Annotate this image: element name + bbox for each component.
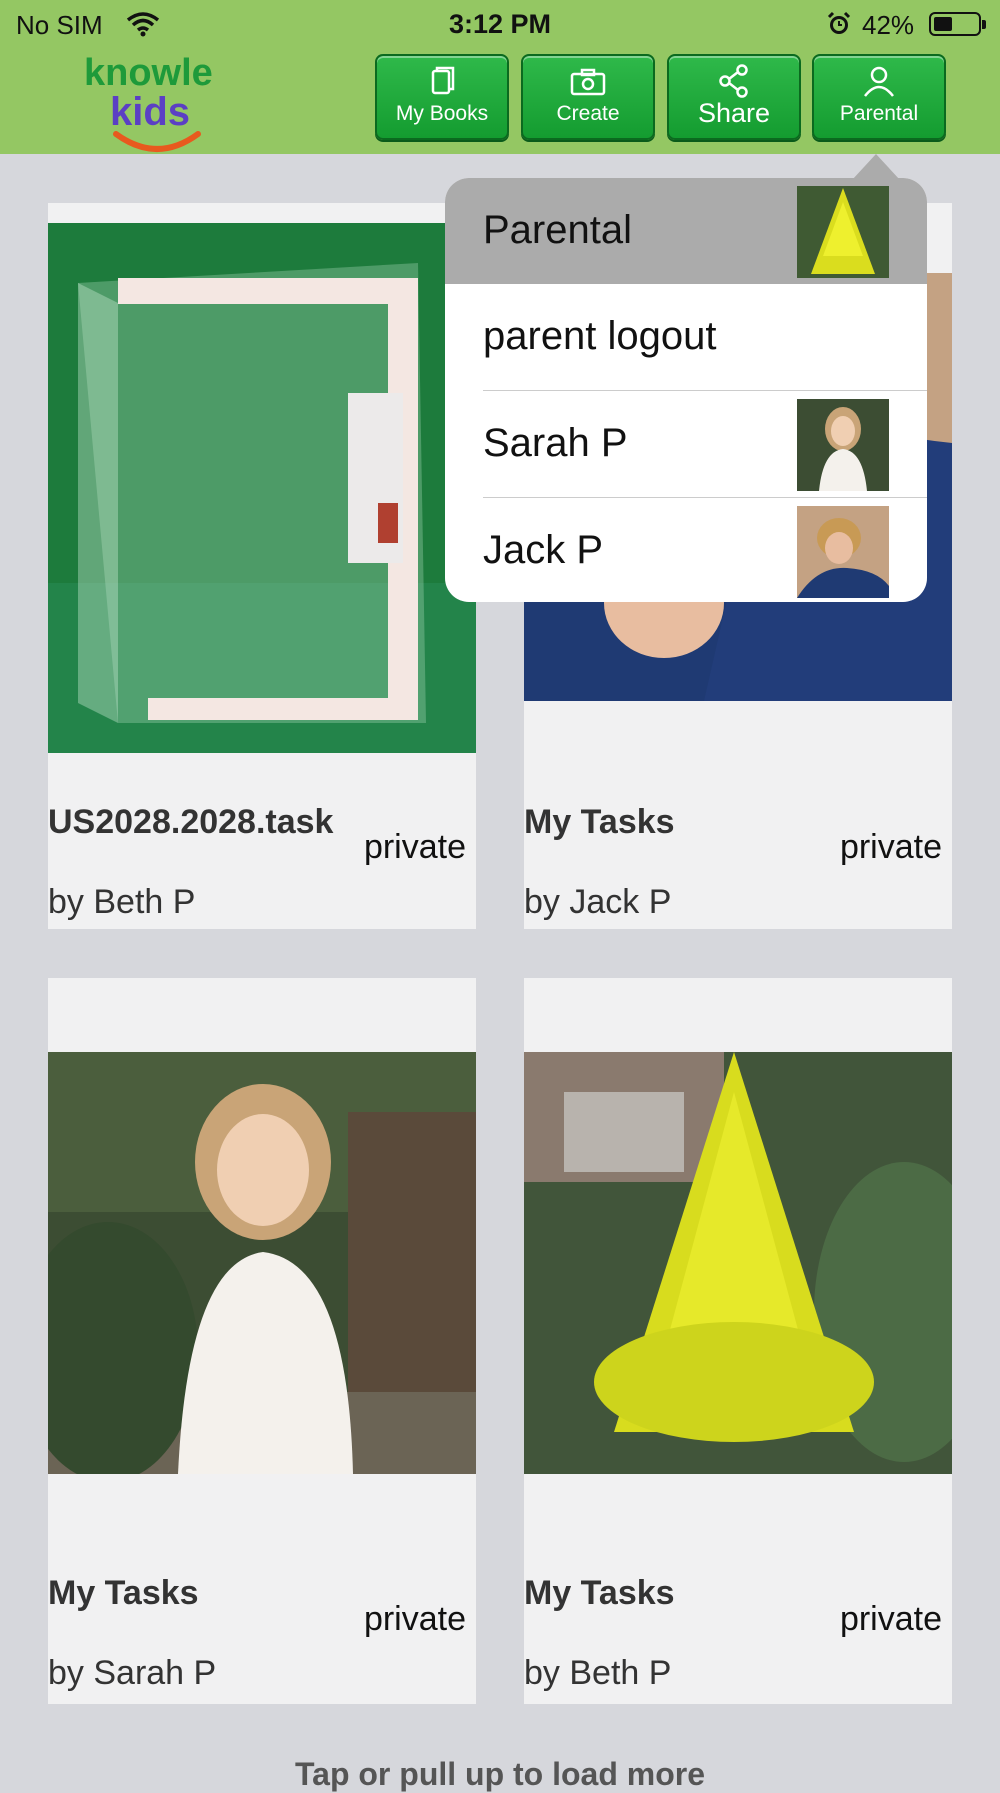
camera-icon [570, 68, 606, 96]
yellow-flower-photo [524, 1052, 952, 1474]
girl-portrait-photo [48, 1052, 476, 1474]
menu-item-sarah-p[interactable]: Sarah P [445, 391, 927, 497]
knowle-kids-logo[interactable]: knowle kids [80, 52, 230, 152]
girl-portrait-thumbnail [797, 399, 889, 491]
create-label: Create [556, 102, 620, 125]
visibility-label: private [839, 1600, 942, 1638]
my-books-button[interactable]: My Books [375, 54, 509, 140]
visibility-label: private [363, 828, 466, 866]
book-card[interactable]: My Tasks private by Sarah P [48, 978, 476, 1704]
logo-text-knowle: knowle [84, 52, 213, 94]
create-button[interactable]: Create [521, 54, 655, 140]
visibility-label: private [363, 1600, 466, 1638]
dropdown-caret [852, 154, 900, 180]
menu-item-label: parent logout [483, 314, 717, 358]
card-title: My Tasks [524, 803, 675, 841]
alarm-icon [826, 11, 852, 42]
visibility-label: private [839, 828, 942, 866]
menu-item-parent-logout[interactable]: parent logout [445, 284, 927, 390]
card-author: by Beth P [524, 1654, 672, 1692]
acrylic-box-photo [48, 223, 476, 753]
card-title: My Tasks [524, 1574, 675, 1612]
card-title: US2028.2028.task [48, 803, 334, 841]
card-author: by Sarah P [48, 1654, 217, 1692]
book-card[interactable]: My Tasks private by Beth P [524, 978, 952, 1704]
app-header: No SIM 3:12 PM 42% knowle kids My Books … [0, 0, 1000, 154]
menu-item-jack-p[interactable]: Jack P [445, 498, 927, 602]
load-more-hint[interactable]: Tap or pull up to load more [0, 1756, 1000, 1793]
parental-label: Parental [839, 102, 919, 125]
menu-item-parental[interactable]: Parental [445, 178, 927, 284]
status-bar: No SIM 3:12 PM 42% [0, 0, 1000, 50]
card-author: by Beth P [48, 883, 196, 921]
boy-portrait-thumbnail [797, 506, 889, 598]
books-icon [431, 66, 455, 95]
share-button[interactable]: Share [667, 54, 801, 140]
share-icon [719, 64, 748, 98]
share-label: Share [697, 98, 771, 128]
card-title: My Tasks [48, 1574, 199, 1612]
yellow-flower-thumbnail [797, 186, 889, 278]
logo-smile-icon [113, 131, 201, 152]
parental-dropdown-menu: Parental parent logout Sarah P Jack P [445, 178, 927, 602]
parental-button[interactable]: Parental [812, 54, 946, 140]
menu-item-label: Parental [483, 208, 632, 252]
person-icon [864, 66, 894, 97]
logo-text-kids: kids [110, 90, 191, 134]
card-author: by Jack P [524, 883, 672, 921]
battery-percent: 42% [862, 10, 915, 40]
my-books-label: My Books [395, 102, 489, 125]
battery-icon [929, 12, 986, 36]
menu-item-label: Sarah P [483, 421, 628, 465]
book-card[interactable]: US2028.2028.task private by Beth P [48, 203, 476, 929]
menu-item-label: Jack P [483, 528, 604, 572]
